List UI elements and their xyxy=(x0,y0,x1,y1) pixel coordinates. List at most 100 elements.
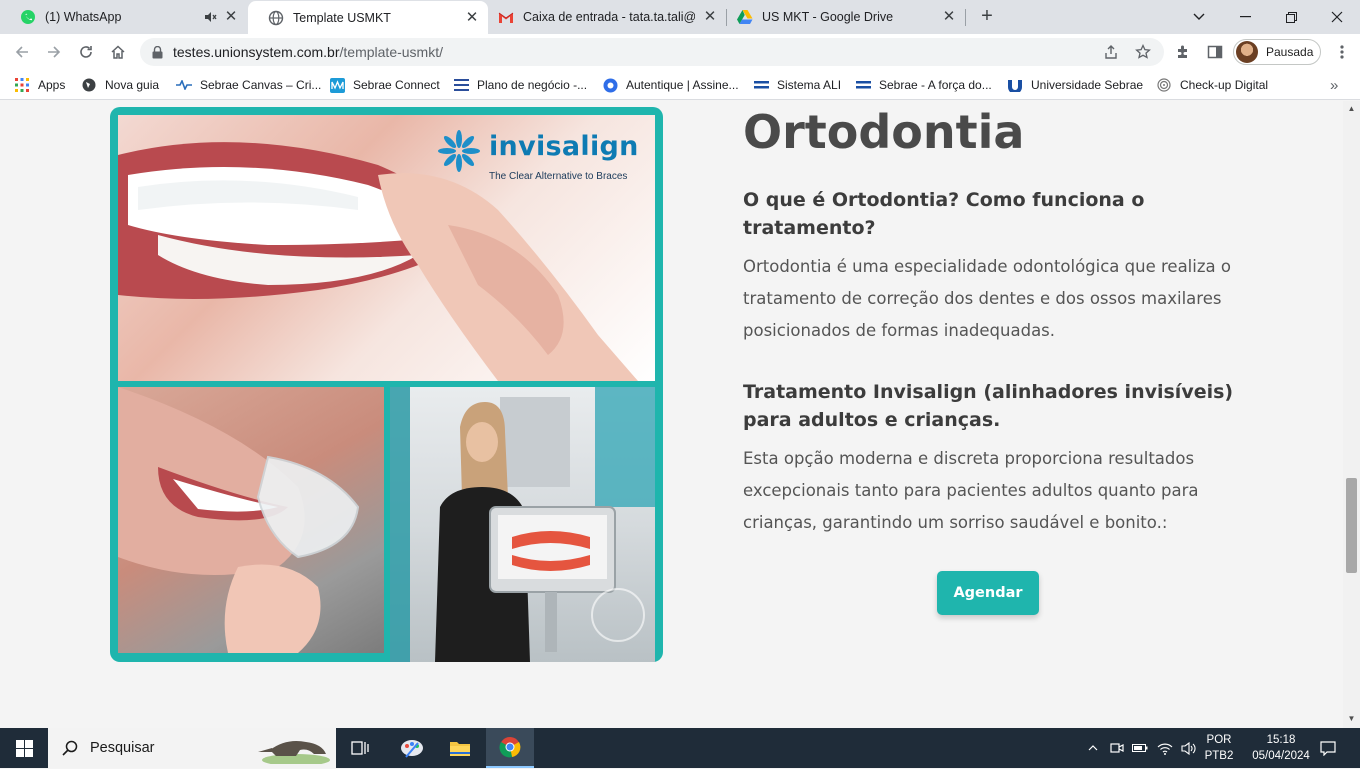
sebrae-icon xyxy=(855,77,871,93)
tab-search-icon[interactable] xyxy=(1176,0,1222,34)
input-language-indicator[interactable]: POR PTB2 xyxy=(1202,732,1236,764)
tab-strip: (1) WhatsApp ✕ Template USMKT ✕ Caixa de… xyxy=(0,0,1360,34)
sebrae-icon xyxy=(753,77,769,93)
speaker-muted-icon[interactable] xyxy=(203,10,217,27)
globe-icon xyxy=(81,77,97,93)
bookmark-universidade-sebrae[interactable]: Universidade Sebrae xyxy=(1007,76,1143,94)
bookmark-label: Sebrae Canvas – Cri... xyxy=(200,78,322,92)
scroll-down-arrow-icon[interactable]: ▼ xyxy=(1346,714,1357,724)
search-placeholder: Pesquisar xyxy=(90,740,155,756)
bookmark-sebrae-connect[interactable]: Sebrae Connect xyxy=(329,76,440,94)
aligner-hand-photo xyxy=(118,387,384,653)
new-tab-button[interactable]: + xyxy=(976,6,998,28)
tab-google-drive[interactable]: US MKT - Google Drive ✕ xyxy=(727,0,965,34)
extensions-icon[interactable] xyxy=(1174,43,1192,61)
minimize-button[interactable] xyxy=(1222,0,1268,34)
search-highlight-anteater-icon xyxy=(256,732,330,769)
bookmark-check-up-digital[interactable]: Check-up Digital xyxy=(1156,76,1268,94)
task-view-icon[interactable] xyxy=(336,728,384,768)
bookmark-label: Autentique | Assine... xyxy=(626,78,739,92)
agendar-button[interactable]: Agendar xyxy=(937,571,1039,615)
bookmark-label: Plano de negócio -... xyxy=(477,78,588,92)
bookmark-nova-guia[interactable]: Nova guia xyxy=(81,76,159,94)
scrollbar-thumb[interactable] xyxy=(1346,478,1357,573)
windows-start-button[interactable] xyxy=(0,728,48,768)
dentist-with-scanner-photo xyxy=(390,387,655,662)
battery-icon[interactable] xyxy=(1131,728,1149,768)
bookmark-sebrae-canvas[interactable]: Sebrae Canvas – Cri... xyxy=(176,76,321,94)
tab-title: Template USMKT xyxy=(293,10,391,25)
section-title-ortodontia: O que é Ortodontia? Como funciona o trat… xyxy=(743,189,1145,239)
home-icon[interactable] xyxy=(105,39,131,65)
bookmark-sebrae-forca[interactable]: Sebrae - A força do... xyxy=(855,76,992,94)
clock-date: 05/04/2024 xyxy=(1252,750,1310,762)
invisalign-wordmark: invisalign xyxy=(489,131,639,162)
tab-title: Caixa de entrada - tata.ta.tali@gm xyxy=(523,10,695,24)
profile-label: Pausada xyxy=(1266,45,1314,59)
back-arrow-icon[interactable] xyxy=(9,39,35,65)
url-text: testes.unionsystem.com.br/template-usmkt… xyxy=(173,44,443,60)
tab-title: US MKT - Google Drive xyxy=(762,10,894,24)
file-explorer-icon[interactable] xyxy=(436,728,484,768)
clock-time: 15:18 xyxy=(1266,734,1296,746)
document-icon xyxy=(453,77,469,93)
close-icon[interactable]: ✕ xyxy=(702,9,718,25)
bookmark-plano-de-negocio[interactable]: Plano de negócio -... xyxy=(453,76,587,94)
bookmark-apps[interactable]: Apps xyxy=(14,76,65,94)
avatar xyxy=(1236,41,1258,63)
tab-template-usmkt[interactable]: Template USMKT ✕ xyxy=(248,1,488,34)
sebrae-connect-icon xyxy=(329,77,345,93)
gmail-icon xyxy=(498,9,514,25)
chrome-app-icon[interactable] xyxy=(486,728,534,768)
more-bookmarks-chevron-icon[interactable]: » xyxy=(1330,76,1338,94)
close-icon[interactable]: ✕ xyxy=(223,9,239,25)
wifi-icon[interactable] xyxy=(1156,728,1174,768)
ortodontia-photo-collage: invisalign The Clear Alternative to Brac… xyxy=(110,107,663,662)
browser-toolbar: testes.unionsystem.com.br/template-usmkt… xyxy=(0,34,1360,70)
scroll-up-arrow-icon[interactable]: ▲ xyxy=(1346,104,1357,114)
page-viewport: invisalign The Clear Alternative to Brac… xyxy=(0,101,1343,728)
section-title-invisalign: Tratamento Invisalign (alinhadores invis… xyxy=(743,381,1234,431)
bookmarks-bar: Apps Nova guia Sebrae Canvas – Cri... Se… xyxy=(0,70,1360,100)
close-icon[interactable]: ✕ xyxy=(464,9,480,26)
bookmark-label: Sistema ALI xyxy=(777,78,842,92)
invisalign-logo: invisalign The Clear Alternative to Brac… xyxy=(437,125,639,189)
page-title: Ortodontia xyxy=(743,105,1025,159)
google-drive-icon xyxy=(737,9,753,25)
close-window-button[interactable] xyxy=(1314,0,1360,34)
close-icon[interactable]: ✕ xyxy=(941,9,957,25)
show-hidden-icons-chevron-icon[interactable] xyxy=(1084,728,1102,768)
fingerprint-icon xyxy=(1156,77,1172,93)
more-menu-icon[interactable] xyxy=(1333,43,1351,61)
page-scrollbar[interactable] xyxy=(1343,101,1360,728)
tab-title: (1) WhatsApp xyxy=(45,10,122,24)
section-text-ortodontia: Ortodontia é uma especialidade odontológ… xyxy=(743,257,1231,340)
taskbar-search-box[interactable]: Pesquisar xyxy=(48,728,336,768)
lock-icon[interactable] xyxy=(152,45,163,59)
bookmark-autentique[interactable]: Autentique | Assine... xyxy=(602,76,739,94)
bookmark-star-icon[interactable] xyxy=(1135,44,1151,60)
notifications-icon[interactable] xyxy=(1316,728,1340,768)
windows-logo-icon xyxy=(15,739,33,757)
invisalign-smile-photo: invisalign The Clear Alternative to Brac… xyxy=(118,115,655,381)
side-panel-icon[interactable] xyxy=(1206,43,1224,61)
profile-button[interactable]: Pausada xyxy=(1233,39,1321,65)
bookmark-label: Check-up Digital xyxy=(1180,78,1269,92)
address-bar[interactable]: testes.unionsystem.com.br/template-usmkt… xyxy=(140,38,1164,66)
taskbar-clock[interactable]: 15:18 05/04/2024 xyxy=(1245,732,1317,764)
forward-arrow-icon[interactable] xyxy=(41,39,67,65)
paint-app-icon[interactable] xyxy=(388,728,436,768)
volume-icon[interactable] xyxy=(1180,728,1198,768)
meet-now-icon[interactable] xyxy=(1108,728,1126,768)
tab-gmail[interactable]: Caixa de entrada - tata.ta.tali@gm ✕ xyxy=(488,0,726,34)
reload-icon[interactable] xyxy=(73,39,99,65)
tab-whatsapp[interactable]: (1) WhatsApp ✕ xyxy=(0,0,247,34)
bookmark-label: Sebrae Connect xyxy=(353,78,440,92)
section-text-invisalign: Esta opção moderna e discreta proporcion… xyxy=(743,449,1199,532)
restore-button[interactable] xyxy=(1268,0,1314,34)
globe-icon xyxy=(268,10,284,26)
invisalign-star-icon xyxy=(438,130,480,172)
share-icon[interactable] xyxy=(1103,44,1119,60)
bookmark-label: Nova guia xyxy=(105,78,160,92)
bookmark-sistema-ali[interactable]: Sistema ALI xyxy=(753,76,841,94)
